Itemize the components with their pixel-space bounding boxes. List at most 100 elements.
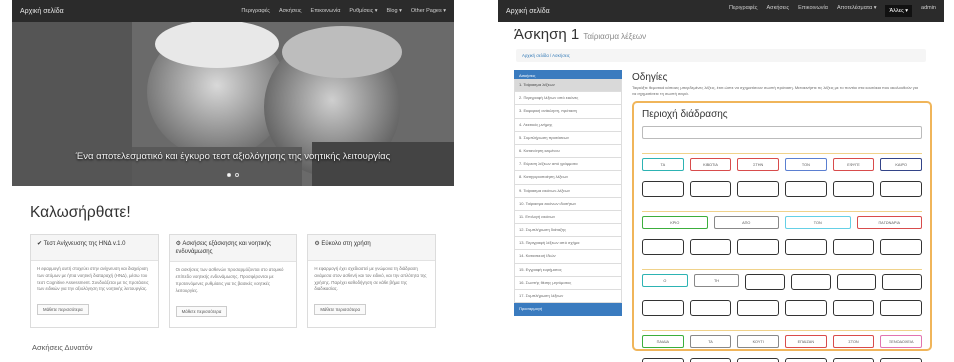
answer-slot[interactable] <box>737 300 780 316</box>
word-chip[interactable]: ΚΡΙΟ <box>642 216 708 229</box>
answer-slot[interactable] <box>689 181 732 197</box>
brand-link[interactable]: Αρχική σελίδα <box>506 8 550 15</box>
answer-slot[interactable] <box>785 300 827 316</box>
answer-slot[interactable] <box>689 300 732 316</box>
word-chip[interactable]: ΤΗ <box>693 274 740 287</box>
learn-more-button[interactable]: Μάθετε περισσότερα <box>314 304 366 316</box>
nav-item-results[interactable]: Αποτελέσματα ▾ <box>837 5 877 17</box>
nav-item-blog[interactable]: Blog ▾ <box>387 8 402 14</box>
word-chip[interactable]: ΣΤΟΝ <box>832 335 875 348</box>
word-chip[interactable]: ΣΤΗΝ <box>737 158 780 171</box>
answer-slot[interactable] <box>785 181 827 197</box>
word-chip[interactable]: ΚΙΒΩΤΙΑ <box>689 158 732 171</box>
answer-slot[interactable] <box>832 181 875 197</box>
answer-input[interactable] <box>642 126 922 139</box>
word-chip[interactable]: ΤΑ <box>642 158 684 171</box>
sidebar-item[interactable]: 2. Περιγραφή λέξεων από εικόνες <box>514 92 622 106</box>
nav-menu: Περιγραφές Ασκήσεις Επικοινωνία Ρυθμίσει… <box>241 8 446 14</box>
carousel-dot[interactable] <box>235 173 239 177</box>
answer-slot[interactable] <box>882 274 923 290</box>
exercise-sidebar: Ασκήσεις 1. Ταίριασμα λέξεων 2. Περιγραφή… <box>514 70 622 351</box>
sidebar-item[interactable]: 6. Κατανόηση κειμένου <box>514 144 622 159</box>
carousel-dot[interactable] <box>227 173 231 177</box>
sidebar-item[interactable]: 10. Ταίριασμα εικόνων ιδιοτήτων <box>514 197 622 211</box>
sidebar-header: Ασκήσεις <box>514 70 622 79</box>
breadcrumb[interactable]: Αρχική σελίδα / Ασκήσεις <box>516 49 926 62</box>
brand-link[interactable]: Αρχική σελίδα <box>20 8 64 15</box>
sidebar-item[interactable]: 1. Ταίριασμα λέξεων <box>514 79 622 93</box>
word-chip[interactable]: ΤΑ <box>689 335 732 348</box>
answer-slot[interactable] <box>880 358 923 362</box>
sidebar-item[interactable]: 5. Συμπλήρωση προτάσεων <box>514 131 622 145</box>
answer-slot[interactable] <box>642 181 684 197</box>
answer-slot[interactable] <box>785 239 827 255</box>
sidebar-item[interactable]: 11. Επιλογή εικόνων <box>514 210 622 225</box>
answer-slot[interactable] <box>785 358 827 362</box>
nav-item-admin[interactable]: admin <box>921 5 936 17</box>
answer-slot[interactable] <box>832 239 875 255</box>
word-chip[interactable]: ΠΑΙΔΙΑ <box>642 335 684 348</box>
sidebar-item[interactable]: 13. Περιγραφή λέξεων από σχήμα <box>514 237 622 251</box>
answer-slot[interactable] <box>642 239 684 255</box>
sidebar-item[interactable]: 7. Εύρεση λέξεων από γράμματα <box>514 158 622 172</box>
answer-row <box>642 358 923 362</box>
navbar: Αρχική σελίδα Περιγραφές Ασκήσεις Επικοι… <box>498 0 944 22</box>
page-title: Άσκηση 1 Ταίριασμα λέξεων <box>498 22 944 43</box>
answer-slot[interactable] <box>737 239 780 255</box>
nav-item-descriptions[interactable]: Περιγραφές <box>241 8 270 14</box>
word-chip[interactable]: ΚΟΥΤΙ <box>737 335 780 348</box>
instructions-text: Ταιριάξτε θεματικά κάποιες μπερδεμένες λ… <box>632 85 918 96</box>
sidebar-item[interactable]: 12. Συμπλήρωση διάταξης <box>514 224 622 238</box>
answer-slot[interactable] <box>642 358 684 362</box>
answer-slot[interactable] <box>880 300 923 316</box>
answer-slot[interactable] <box>689 358 732 362</box>
panel-title: ⚙ Εύκολο στη χρήση <box>308 235 436 261</box>
answer-slot[interactable] <box>836 274 877 290</box>
answer-slot[interactable] <box>689 239 732 255</box>
sidebar-item[interactable]: 16. Σωστής θέσης μηνύματος <box>514 276 622 290</box>
sidebar-item[interactable]: 3. Εκφορική ανάκληση, πρόταση <box>514 105 622 119</box>
learn-more-button[interactable]: Μάθετε περισσότερα <box>175 305 228 317</box>
nav-item-other-pages[interactable]: Other Pages ▾ <box>411 8 446 14</box>
word-chip[interactable]: Ο <box>642 274 688 287</box>
answer-slot[interactable] <box>832 300 875 316</box>
sidebar-item[interactable]: 17. Συμπλήρωση λέξεων <box>514 290 622 304</box>
answer-slot[interactable] <box>737 358 780 362</box>
nav-item-descriptions[interactable]: Περιγραφές <box>729 5 758 17</box>
answer-slot[interactable] <box>791 274 831 290</box>
instructions-title: Οδηγίες <box>632 72 668 83</box>
answer-slot[interactable] <box>642 300 684 316</box>
word-chip[interactable]: ΤΟΝ <box>785 216 851 229</box>
nav-item-settings[interactable]: Ρυθμίσεις ▾ <box>349 8 377 14</box>
exercise-main: Οδηγίες Ταιριάξτε θεματικά κάποιες μπερδ… <box>622 70 944 362</box>
word-chip[interactable]: ΤΟΝ <box>785 158 827 171</box>
nav-item-exercises[interactable]: Ασκήσεις <box>279 8 302 14</box>
sidebar-item[interactable]: 4. Λεκτικός μνήμης <box>514 118 622 132</box>
word-chip[interactable]: ΞΕΝΟΔΟΧΕΙΑ <box>880 335 923 348</box>
exercise-screenshot: Αρχική σελίδα Περιγραφές Ασκήσεις Επικοι… <box>498 0 944 362</box>
sidebar-item[interactable]: 8. Κατηγοριοποίηση λέξεων <box>514 171 622 185</box>
answer-slot[interactable] <box>737 181 780 197</box>
word-chip[interactable]: ΑΠΟ <box>713 216 779 229</box>
nav-item-other[interactable]: Άλλες ▾ <box>885 5 913 17</box>
feature-panels: ✔ Τεστ Ανίχνευσης της ΗΝΔ v.1.0 Η εφαρμο… <box>12 222 454 328</box>
answer-slot[interactable] <box>745 274 786 290</box>
nav-item-exercises[interactable]: Ασκήσεις <box>767 5 790 17</box>
word-chip[interactable]: ΕΠΑΙΖΑΝ <box>785 335 827 348</box>
feature-panel: ✔ Τεστ Ανίχνευσης της ΗΝΔ v.1.0 Η εφαρμο… <box>30 234 159 328</box>
nav-item-contact[interactable]: Επικοινωνία <box>798 5 828 17</box>
hero-caption: Ένα αποτελεσματικό και έγκυρο τεστ αξιολ… <box>75 151 391 162</box>
word-chip[interactable]: ΠΑΓΩΝΑΡΙΑ <box>856 216 922 229</box>
learn-more-button[interactable]: Μάθετε περισσότερα <box>37 304 89 316</box>
answer-slot[interactable] <box>880 239 923 255</box>
sidebar-item[interactable]: 9. Ταίριασμα εικόνων-λέξεων <box>514 184 622 198</box>
sidebar-footer[interactable]: Προσαρμογή <box>514 303 622 317</box>
sidebar-item[interactable]: 15. Εγγραφή ευρήματος <box>514 263 622 277</box>
word-chip[interactable]: ΕΦΥΓΕ <box>832 158 875 171</box>
answer-slot[interactable] <box>832 358 875 362</box>
sidebar-item[interactable]: 14. Κατασκευή Ιδιών <box>514 250 622 264</box>
word-chip[interactable]: ΚΑΙΡΟ <box>880 158 923 171</box>
answer-slot[interactable] <box>880 181 923 197</box>
interaction-area: Περιοχή διάδρασης ΤΑ ΚΙΒΩΤΙΑ ΣΤΗΝ ΤΟΝ ΕΦΥΓΕ Κ… <box>632 101 932 362</box>
nav-item-contact[interactable]: Επικοινωνία <box>311 8 341 14</box>
